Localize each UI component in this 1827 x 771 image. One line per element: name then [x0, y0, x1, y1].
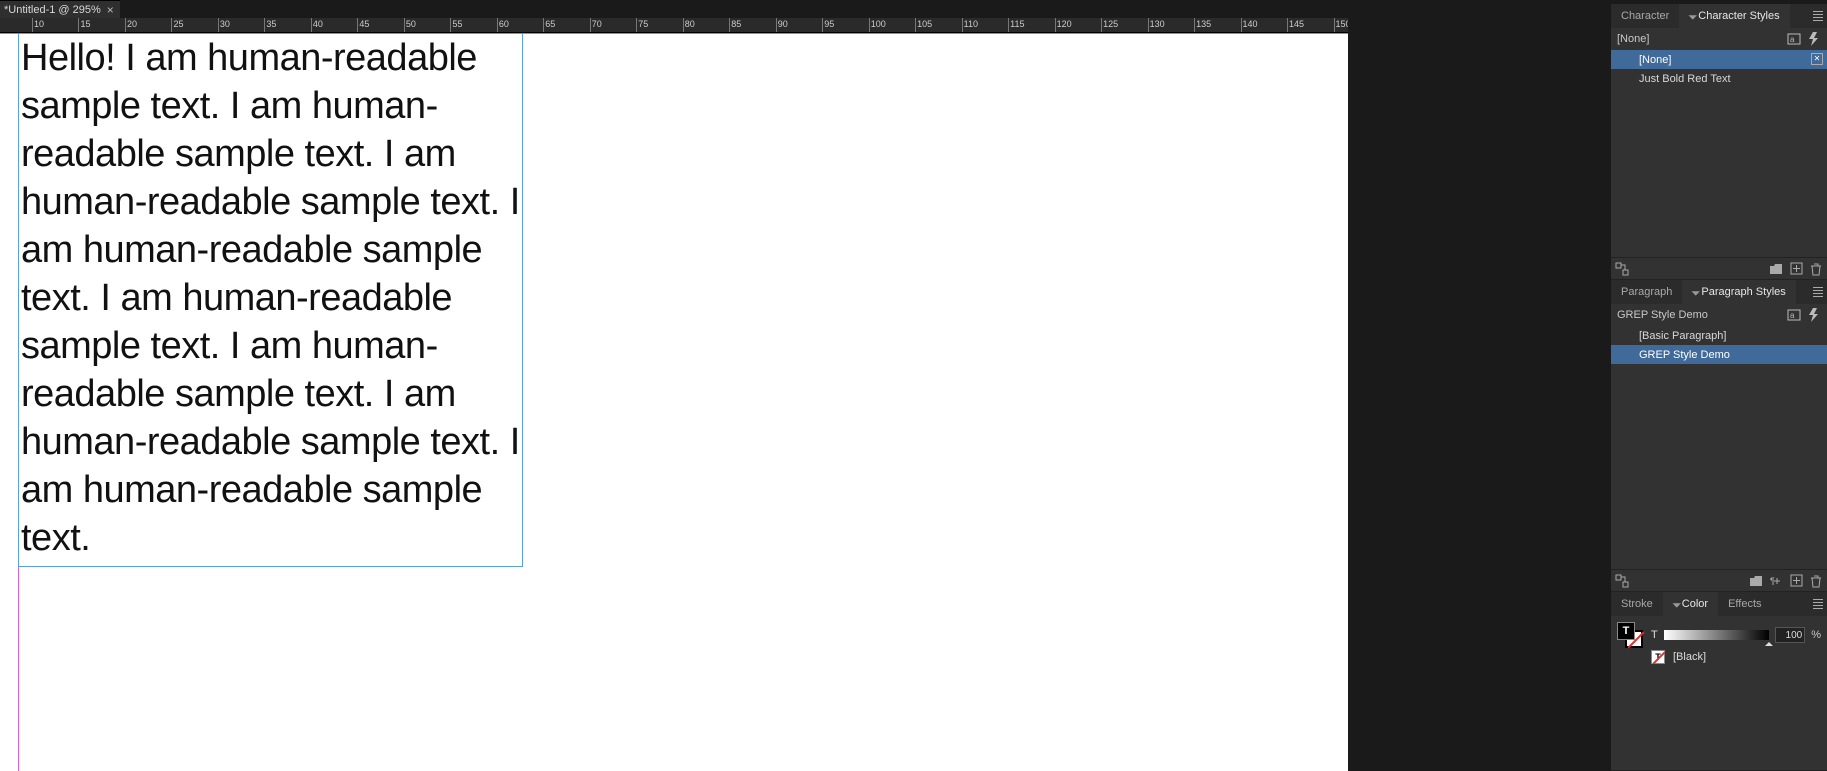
style-mapping-icon[interactable] [1615, 262, 1629, 276]
character-styles-panel: Character Character Styles [None] a [Non… [1611, 4, 1827, 280]
char-styles-status-row: [None] a [1611, 28, 1827, 50]
paragraph-styles-panel: Paragraph Paragraph Styles GREP Style De… [1611, 280, 1827, 592]
char-panel-tabs: Character Character Styles [1611, 4, 1827, 28]
disallow-icon: ✕ [1811, 53, 1823, 65]
close-icon[interactable]: × [107, 3, 114, 17]
tint-thumb[interactable] [1765, 638, 1773, 646]
color-controls-row: T T % [1611, 616, 1827, 650]
text-stroke-proxy-icon[interactable]: T [1651, 650, 1665, 664]
new-style-icon[interactable] [1789, 574, 1803, 588]
paragraph-styles-list[interactable]: [Basic Paragraph]GREP Style Demo [1611, 326, 1827, 569]
fill-stroke-proxy[interactable]: T [1617, 622, 1643, 648]
tab-paragraph-styles[interactable]: Paragraph Styles [1682, 280, 1795, 304]
style-group-icon[interactable] [1749, 574, 1763, 588]
svg-text:a: a [1790, 311, 1795, 320]
applied-para-style-label: GREP Style Demo [1617, 309, 1708, 321]
tab-paragraph[interactable]: Paragraph [1611, 280, 1682, 304]
applied-char-style-label: [None] [1617, 33, 1649, 45]
right-panel-dock: Character Character Styles [None] a [Non… [1611, 4, 1827, 771]
tint-unit: % [1811, 629, 1821, 641]
style-mapping-icon[interactable] [1615, 574, 1629, 588]
svg-text:a: a [1790, 35, 1795, 44]
tint-value-input[interactable] [1775, 627, 1805, 643]
style-list-item[interactable]: Just Bold Red Text [1611, 69, 1827, 88]
style-list-item[interactable]: [None]✕ [1611, 50, 1827, 69]
character-styles-list[interactable]: [None]✕Just Bold Red Text [1611, 50, 1827, 257]
para-styles-footer: ¶ [1611, 569, 1827, 591]
tint-label: T [1651, 629, 1658, 641]
delete-style-icon[interactable] [1809, 574, 1823, 588]
tint-slider: T % [1651, 627, 1821, 643]
panel-menu-icon[interactable] [1809, 280, 1827, 304]
tab-color-label: Color [1682, 598, 1708, 610]
panel-menu-icon[interactable] [1809, 592, 1827, 616]
color-panel-tabs: Stroke Color Effects [1611, 592, 1827, 616]
override-icon[interactable]: a [1787, 32, 1801, 46]
delete-style-icon[interactable] [1809, 262, 1823, 276]
horizontal-ruler[interactable]: 1015202530354045505560657075808590951001… [0, 18, 1348, 33]
tab-stroke[interactable]: Stroke [1611, 592, 1663, 616]
tab-paragraph-styles-label: Paragraph Styles [1701, 286, 1785, 298]
para-panel-tabs: Paragraph Paragraph Styles [1611, 280, 1827, 304]
style-list-item[interactable]: GREP Style Demo [1611, 345, 1827, 364]
tint-track[interactable] [1664, 630, 1769, 640]
tab-effects[interactable]: Effects [1718, 592, 1771, 616]
document-tab[interactable]: *Untitled-1 @ 295% × [0, 0, 120, 18]
override-icon[interactable]: a [1787, 308, 1801, 322]
style-group-icon[interactable] [1769, 262, 1783, 276]
fill-swatch[interactable]: T [1617, 622, 1635, 640]
tab-character[interactable]: Character [1611, 4, 1679, 28]
document-tab-label: *Untitled-1 @ 295% [4, 4, 101, 16]
new-style-icon[interactable] [1789, 262, 1803, 276]
document-tab-bar: *Untitled-1 @ 295% × [0, 0, 1348, 18]
text-frame-content[interactable]: Hello! I am human-readable sample text. … [21, 34, 520, 562]
tab-character-styles[interactable]: Character Styles [1679, 4, 1789, 28]
tab-color[interactable]: Color [1663, 592, 1718, 616]
para-styles-status-row: GREP Style Demo a [1611, 304, 1827, 326]
text-frame[interactable]: Hello! I am human-readable sample text. … [18, 33, 523, 567]
color-swatch-row: T [Black] [1611, 650, 1827, 668]
document-canvas[interactable]: Hello! I am human-readable sample text. … [0, 33, 1348, 771]
quick-apply-icon[interactable] [1807, 32, 1821, 46]
quick-apply-icon[interactable] [1807, 308, 1821, 322]
swatch-name-label: [Black] [1673, 651, 1706, 663]
char-styles-footer [1611, 257, 1827, 279]
tab-character-styles-label: Character Styles [1698, 10, 1779, 22]
panel-menu-icon[interactable] [1809, 4, 1827, 28]
clear-overrides-icon[interactable]: ¶ [1769, 574, 1783, 588]
color-panel: Stroke Color Effects T T % T [Black] [1611, 592, 1827, 771]
style-list-item[interactable]: [Basic Paragraph] [1611, 326, 1827, 345]
